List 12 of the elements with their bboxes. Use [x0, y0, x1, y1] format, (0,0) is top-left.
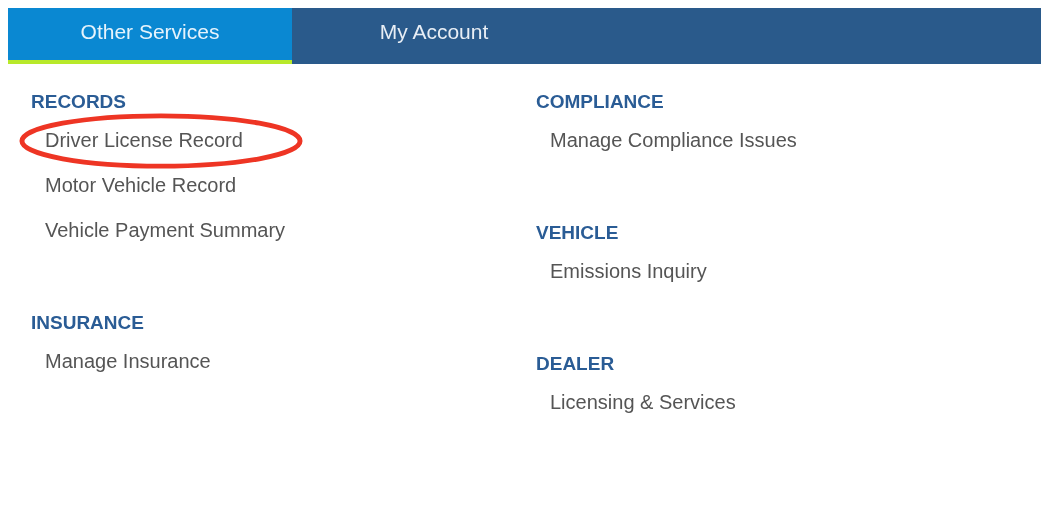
- menu-link[interactable]: Manage Compliance Issues: [550, 129, 797, 152]
- menu-link[interactable]: Emissions Inquiry: [550, 260, 707, 283]
- menu-link[interactable]: Vehicle Payment Summary: [45, 219, 286, 242]
- section-heading: DEALER: [536, 352, 616, 376]
- menu-link[interactable]: Licensing & Services: [550, 391, 736, 414]
- section-heading: RECORDS: [31, 90, 127, 114]
- section-heading: COMPLIANCE: [536, 90, 665, 114]
- menu-link[interactable]: Motor Vehicle Record: [45, 174, 237, 197]
- section-heading: INSURANCE: [31, 311, 145, 335]
- section-heading: VEHICLE: [536, 221, 620, 245]
- menu-link[interactable]: Manage Insurance: [45, 350, 211, 373]
- tab[interactable]: My Account: [292, 8, 576, 64]
